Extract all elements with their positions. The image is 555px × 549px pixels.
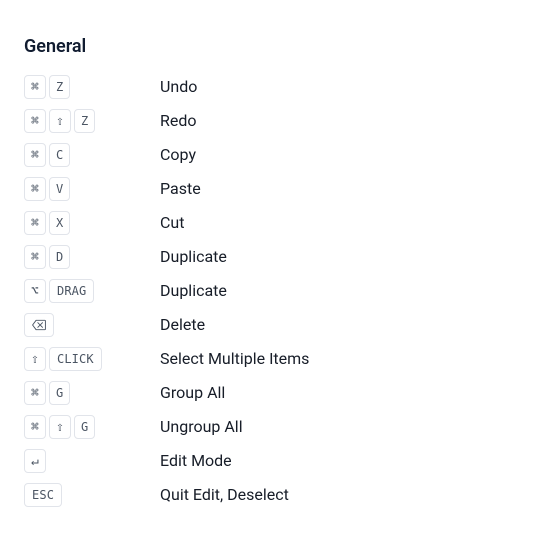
shortcut-row: ⌘DDuplicate [24,245,531,269]
shortcut-action: Select Multiple Items [160,349,309,368]
key-z: Z [74,109,95,133]
shortcut-row: ⌘XCut [24,211,531,235]
key-x: X [49,211,70,235]
shift-key: ⇧ [24,347,46,371]
shortcut-row: ⌘VPaste [24,177,531,201]
key-z: Z [49,75,70,99]
key-click: CLICK [49,347,102,371]
key-group: ⌥DRAG [24,279,160,303]
key-drag: DRAG [49,279,94,303]
shortcut-action: Copy [160,145,196,164]
cmd-key: ⌘ [24,211,46,235]
shortcut-row: ⌘CCopy [24,143,531,167]
key-d: D [49,245,70,269]
shortcut-row: ⌘⇧ZRedo [24,109,531,133]
key-group [24,313,160,337]
key-group: ⌘Z [24,75,160,99]
cmd-key: ⌘ [24,177,46,201]
shortcut-action: Group All [160,383,225,402]
shortcut-row: ESC Quit Edit, Deselect [24,483,531,507]
key-group: ↵ [24,449,160,473]
cmd-key: ⌘ [24,415,46,439]
key-g: G [74,415,95,439]
shortcut-action: Undo [160,77,197,96]
cmd-key: ⌘ [24,75,46,99]
cmd-key: ⌘ [24,245,46,269]
shift-key: ⇧ [49,415,71,439]
option-key: ⌥ [24,279,46,303]
shift-key: ⇧ [49,109,71,133]
enter-key: ↵ [24,449,46,473]
shortcut-list: ⌘ZUndo⌘⇧ZRedo⌘CCopy⌘VPaste⌘XCut⌘DDuplica… [24,75,531,507]
shortcut-action: Duplicate [160,247,227,266]
shortcut-action: Quit Edit, Deselect [160,485,289,504]
shortcut-row: ↵ Edit Mode [24,449,531,473]
shortcut-row: ⌥DRAGDuplicate [24,279,531,303]
key-esc: ESC [24,483,62,507]
shortcut-row: ⇧CLICKSelect Multiple Items [24,347,531,371]
key-group: ⌘⇧G [24,415,160,439]
key-group: ⌘⇧Z [24,109,160,133]
shortcut-row: Delete [24,313,531,337]
shortcut-row: ⌘GGroup All [24,381,531,405]
cmd-key: ⌘ [24,109,46,133]
shortcut-action: Duplicate [160,281,227,300]
key-group: ESC [24,483,160,507]
key-group: ⌘C [24,143,160,167]
section-title: General [24,36,531,57]
shortcut-action: Cut [160,213,184,232]
shortcut-row: ⌘⇧GUngroup All [24,415,531,439]
cmd-key: ⌘ [24,381,46,405]
shortcut-action: Ungroup All [160,417,243,436]
key-c: C [49,143,70,167]
shortcut-action: Redo [160,111,197,130]
shortcut-action: Delete [160,315,205,334]
key-group: ⌘V [24,177,160,201]
cmd-key: ⌘ [24,143,46,167]
key-g: G [49,381,70,405]
backspace-key [24,313,54,337]
key-group: ⇧CLICK [24,347,160,371]
backspace-icon [32,319,46,331]
key-group: ⌘G [24,381,160,405]
shortcut-action: Edit Mode [160,451,232,470]
key-v: V [49,177,70,201]
shortcut-row: ⌘ZUndo [24,75,531,99]
shortcut-action: Paste [160,179,201,198]
key-group: ⌘X [24,211,160,235]
key-group: ⌘D [24,245,160,269]
